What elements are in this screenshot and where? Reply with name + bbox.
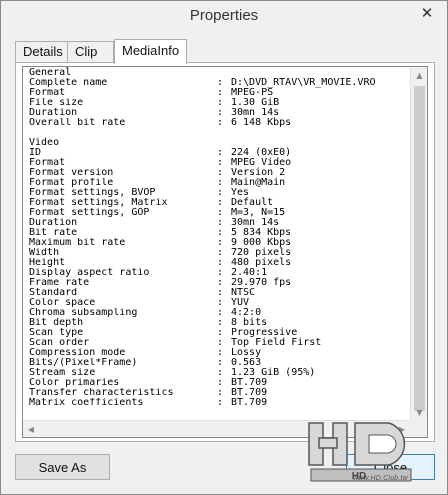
info-key: Color primaries: [29, 378, 120, 388]
info-key: Standard: [29, 288, 78, 298]
watermark-url: www.HD.Club.tw: [353, 475, 408, 482]
info-key: Display aspect ratio: [29, 268, 150, 278]
mediainfo-text: General Complete name: D:\DVD_RTAV\VR_MOVI…: [29, 68, 411, 408]
tab-details[interactable]: Details: [15, 41, 68, 63]
info-key: Width: [29, 248, 60, 258]
info-key: Format version: [29, 168, 114, 178]
mediainfo-textbox[interactable]: General Complete name: D:\DVD_RTAV\VR_MOVI…: [22, 66, 428, 438]
info-key: Format settings, BVOP: [29, 188, 156, 198]
info-key: Maximum bit rate: [29, 238, 126, 248]
scrollbar-corner: [410, 420, 427, 437]
info-key: Scan order: [29, 338, 90, 348]
info-key: Format settings, Matrix: [29, 198, 168, 208]
info-key: ID: [29, 148, 42, 158]
tab-clip[interactable]: Clip: [67, 41, 114, 63]
general-info-row: Overall bit rate:6 148 Kbps: [29, 118, 411, 128]
info-key: Format settings, GOP: [29, 208, 150, 218]
save-as-button[interactable]: Save As: [15, 454, 110, 480]
properties-window: Properties ✕ Details Clip MediaInfo Gene…: [0, 0, 448, 495]
info-key: Stream size: [29, 368, 96, 378]
horizontal-scrollbar[interactable]: ◀ ▶: [23, 420, 410, 437]
scrollbar-thumb[interactable]: [414, 86, 425, 411]
info-key: Bit depth: [29, 318, 84, 328]
info-key: Matrix coefficients: [29, 398, 144, 408]
info-value: 6 148 Kbps: [231, 117, 292, 128]
tab-mediainfo[interactable]: MediaInfo: [114, 39, 187, 64]
info-key: Bit rate: [29, 228, 78, 238]
info-value: BT.709: [231, 397, 268, 408]
info-key: Duration: [29, 218, 78, 228]
close-icon[interactable]: ✕: [415, 2, 439, 24]
info-key: Format profile: [29, 178, 114, 188]
info-key: Format: [29, 88, 66, 98]
scroll-down-icon[interactable]: ▼: [411, 404, 427, 420]
title-bar: Properties ✕: [1, 1, 447, 35]
window-title: Properties: [189, 7, 259, 24]
scroll-right-icon[interactable]: ▶: [394, 421, 410, 437]
info-key: Bits/(Pixel*Frame): [29, 358, 138, 368]
info-key: Frame rate: [29, 278, 90, 288]
vertical-scrollbar[interactable]: ▲ ▼: [410, 67, 427, 420]
info-key: Color space: [29, 298, 96, 308]
info-key: Compression mode: [29, 348, 126, 358]
info-key: Scan type: [29, 328, 84, 338]
info-key: Transfer characteristics: [29, 388, 174, 398]
info-key: Duration: [29, 108, 78, 118]
info-key: Format: [29, 158, 66, 168]
info-separator: :: [217, 397, 224, 408]
info-key: Complete name: [29, 78, 108, 88]
scroll-up-icon[interactable]: ▲: [411, 67, 427, 83]
info-separator: :: [217, 117, 224, 128]
info-key: Chroma subsampling: [29, 308, 138, 318]
info-key: File size: [29, 98, 84, 108]
info-key: Overall bit rate: [29, 118, 126, 128]
info-key: Height: [29, 258, 66, 268]
video-info-row: Matrix coefficients: BT.709: [29, 398, 411, 408]
scroll-left-icon[interactable]: ◀: [23, 421, 39, 437]
mediainfo-panel: General Complete name: D:\DVD_RTAV\VR_MOVI…: [15, 62, 435, 442]
